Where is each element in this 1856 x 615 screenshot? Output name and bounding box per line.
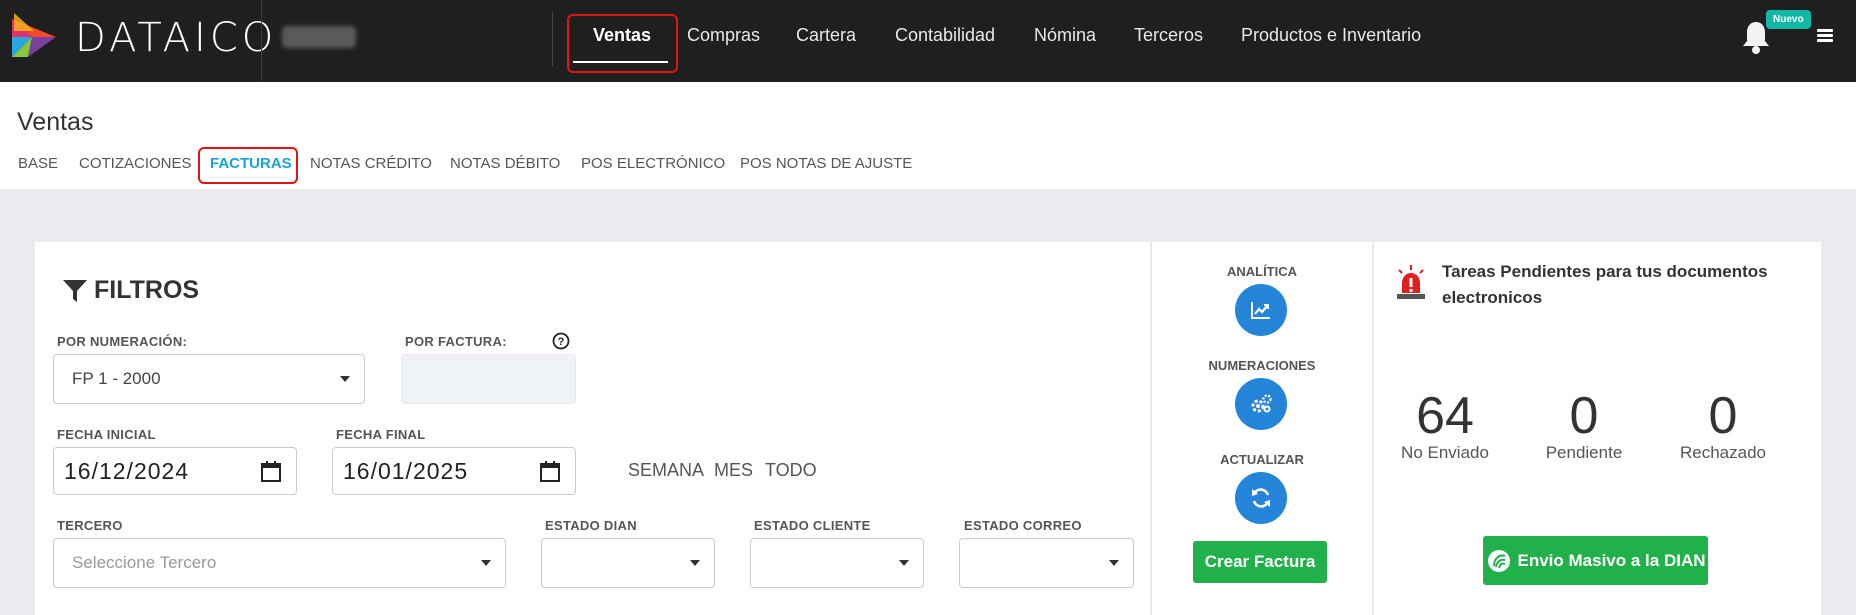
crear-factura-button[interactable]: Crear Factura — [1193, 541, 1327, 583]
estado-cliente-select[interactable] — [750, 538, 924, 588]
stat-no-enviado-label: No Enviado — [1401, 443, 1489, 462]
por-factura-label: POR FACTURA: — [405, 334, 507, 349]
por-factura-input[interactable] — [401, 354, 576, 404]
estado-dian-label: ESTADO DIAN — [545, 518, 637, 533]
quick-semana[interactable]: SEMANA — [628, 460, 704, 481]
fecha-final-label: FECHA FINAL — [336, 427, 426, 442]
company-name-blurred[interactable] — [282, 26, 356, 48]
brand-name: DATAICO — [75, 15, 278, 61]
analitica-label: ANALÍTICA — [1226, 264, 1298, 279]
divider — [552, 12, 553, 66]
chevron-down-icon — [899, 560, 909, 566]
quick-todo[interactable]: TODO — [765, 460, 817, 481]
nav-ventas[interactable]: Ventas — [593, 25, 651, 46]
line-chart-icon — [1251, 302, 1270, 319]
stat-no-enviado-value: 64 — [1416, 387, 1474, 445]
nav-nomina[interactable]: Nómina — [1034, 25, 1096, 46]
fecha-inicial-label: FECHA INICIAL — [57, 427, 156, 442]
stat-rechazado-value: 0 — [1708, 387, 1738, 445]
analitica-button[interactable] — [1235, 284, 1287, 336]
estado-correo-label: ESTADO CORREO — [964, 518, 1082, 533]
page-title: Ventas — [17, 108, 94, 136]
stat-rechazado-label: Rechazado — [1679, 443, 1766, 462]
nav-productos-inventario[interactable]: Productos e Inventario — [1241, 25, 1421, 46]
fecha-final-input[interactable]: 16/01/2025 — [332, 447, 576, 495]
por-numeracion-select[interactable]: FP 1 - 2000 — [53, 354, 365, 404]
envio-masivo-dian-button[interactable]: Envio Masivo a la DIAN — [1483, 536, 1708, 585]
sub-header: Ventas BASE COTIZACIONES FACTURAS NOTAS … — [0, 82, 1856, 189]
nav-cartera[interactable]: Cartera — [796, 25, 856, 46]
nav-contabilidad[interactable]: Contabilidad — [895, 25, 995, 46]
tab-facturas[interactable]: FACTURAS — [210, 155, 292, 172]
gears-icon — [1251, 394, 1272, 413]
divider — [261, 0, 262, 82]
fecha-inicial-input[interactable]: 16/12/2024 — [53, 447, 297, 495]
tab-cotizaciones[interactable]: COTIZACIONES — [79, 155, 192, 172]
estado-dian-select[interactable] — [541, 538, 715, 588]
dian-icon — [1487, 549, 1510, 572]
fecha-inicial-value: 16/12/2024 — [64, 457, 190, 484]
numeraciones-label: NUMERACIONES — [1208, 358, 1316, 373]
filters-title: FILTROS — [94, 276, 200, 304]
nav-compras[interactable]: Compras — [687, 25, 760, 46]
filters-heading: FILTROS — [62, 276, 199, 305]
chevron-down-icon — [340, 376, 350, 382]
pending-tasks-title: Tareas Pendientes para tus documentos el… — [1442, 262, 1768, 307]
envio-masivo-label: Envio Masivo a la DIAN — [1517, 550, 1706, 570]
refresh-icon — [1252, 488, 1270, 508]
svg-text:?: ? — [558, 336, 565, 348]
dataico-logo-icon[interactable] — [6, 13, 58, 63]
chevron-down-icon — [690, 560, 700, 566]
tercero-label: TERCERO — [57, 518, 123, 533]
tab-notas-debito[interactable]: NOTAS DÉBITO — [450, 155, 560, 172]
actualizar-label: ACTUALIZAR — [1220, 452, 1304, 467]
nav-terceros[interactable]: Terceros — [1134, 25, 1203, 46]
chevron-down-icon — [481, 560, 491, 566]
actualizar-button[interactable] — [1235, 472, 1287, 524]
chevron-down-icon — [1109, 560, 1119, 566]
calendar-icon[interactable] — [260, 460, 282, 483]
hamburger-menu-icon[interactable] — [1817, 29, 1833, 43]
help-icon[interactable]: ? — [552, 332, 570, 350]
tab-pos-electronico[interactable]: POS ELECTRÓNICO — [581, 155, 725, 172]
estado-cliente-label: ESTADO CLIENTE — [754, 518, 871, 533]
stat-pendiente-label: Pendiente — [1545, 443, 1623, 462]
stat-pendiente-value: 0 — [1569, 387, 1599, 445]
quick-mes[interactable]: MES — [714, 460, 753, 481]
filter-icon — [63, 279, 87, 302]
tercero-placeholder: Seleccione Tercero — [72, 553, 217, 572]
por-numeracion-label: POR NUMERACIÓN: — [57, 334, 188, 349]
por-numeracion-value: FP 1 - 2000 — [72, 369, 161, 388]
alarm-siren-icon — [1397, 265, 1425, 299]
fecha-final-value: 16/01/2025 — [343, 457, 469, 484]
new-badge: Nuevo — [1766, 10, 1811, 29]
calendar-icon[interactable] — [539, 460, 561, 483]
estado-correo-select[interactable] — [959, 538, 1134, 588]
tercero-select[interactable]: Seleccione Tercero — [53, 538, 506, 588]
tab-base[interactable]: BASE — [18, 155, 58, 172]
tab-pos-notas-ajuste[interactable]: POS NOTAS DE AJUSTE — [740, 155, 912, 172]
active-nav-underline — [573, 61, 668, 63]
numeraciones-button[interactable] — [1235, 378, 1287, 430]
tab-notas-credito[interactable]: NOTAS CRÉDITO — [310, 155, 432, 172]
top-bar: DATAICO Ventas Compras Cartera Contabili… — [0, 0, 1856, 82]
